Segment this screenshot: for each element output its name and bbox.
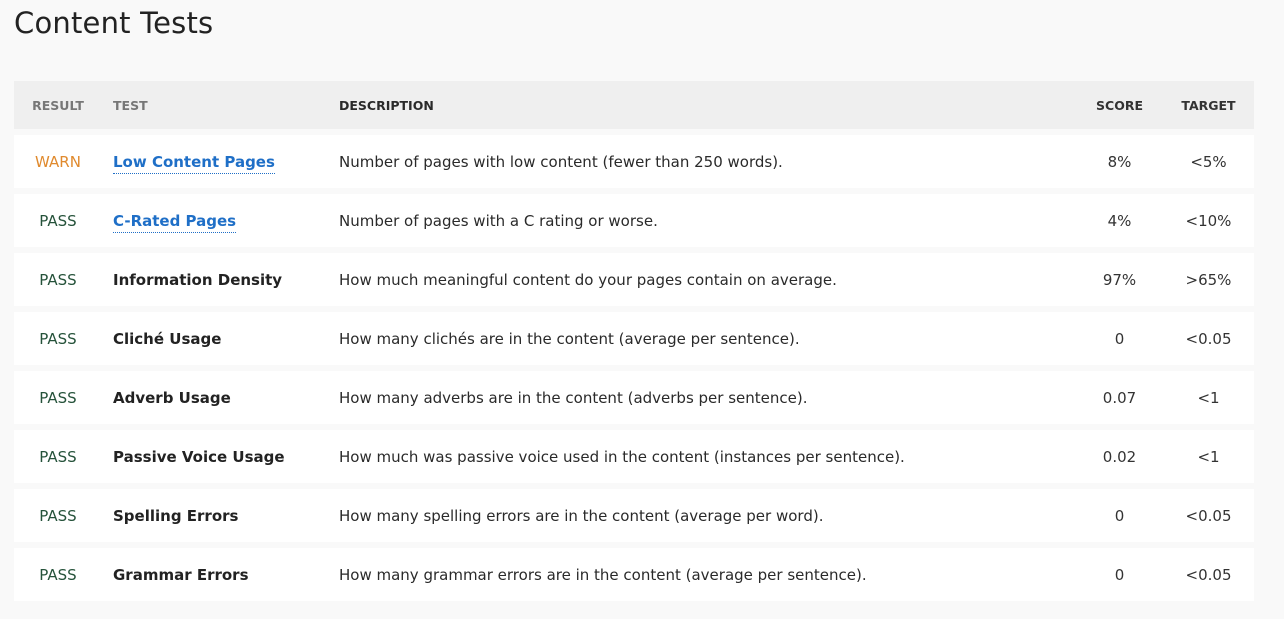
test-target: >65% xyxy=(1185,270,1232,289)
test-description: How many grammar errors are in the conte… xyxy=(339,565,867,584)
test-score: 0 xyxy=(1114,506,1125,525)
test-description: Number of pages with low content (fewer … xyxy=(339,152,783,171)
test-description: How many clichés are in the content (ave… xyxy=(339,329,800,348)
test-description: How much meaningful content do your page… xyxy=(339,270,837,289)
result-badge: PASS xyxy=(39,506,77,525)
table-row: WARN Low Content Pages Number of pages w… xyxy=(14,135,1254,188)
header-target: TARGET xyxy=(1181,97,1236,113)
result-badge: WARN xyxy=(35,152,81,171)
table-row: PASS C-Rated Pages Number of pages with … xyxy=(14,194,1254,247)
test-name: Adverb Usage xyxy=(113,388,231,407)
test-score: 4% xyxy=(1107,211,1132,230)
test-description: Number of pages with a C rating or worse… xyxy=(339,211,658,230)
test-name: Spelling Errors xyxy=(113,506,239,525)
header-description: DESCRIPTION xyxy=(339,97,434,113)
table-header: RESULT TEST DESCRIPTION SCORE TARGET xyxy=(14,81,1254,129)
test-score: 97% xyxy=(1102,270,1137,289)
test-score: 0.07 xyxy=(1102,388,1137,407)
page-title: Content Tests xyxy=(14,6,214,40)
test-target: <0.05 xyxy=(1185,565,1232,584)
test-name: Grammar Errors xyxy=(113,565,249,584)
header-test: TEST xyxy=(113,97,148,113)
table-row: PASS Adverb Usage How many adverbs are i… xyxy=(14,371,1254,424)
test-score: 0 xyxy=(1114,329,1125,348)
result-badge: PASS xyxy=(39,329,77,348)
test-name: Cliché Usage xyxy=(113,329,222,348)
test-name: Information Density xyxy=(113,270,283,289)
test-link-low-content-pages[interactable]: Low Content Pages xyxy=(113,152,275,174)
test-target: <1 xyxy=(1197,388,1220,407)
content-tests-table: RESULT TEST DESCRIPTION SCORE TARGET WAR… xyxy=(14,81,1254,601)
test-description: How many spelling errors are in the cont… xyxy=(339,506,824,525)
result-badge: PASS xyxy=(39,388,77,407)
test-score: 8% xyxy=(1107,152,1132,171)
test-target: <10% xyxy=(1185,211,1232,230)
test-target: <5% xyxy=(1190,152,1227,171)
result-badge: PASS xyxy=(39,447,77,466)
test-link-c-rated-pages[interactable]: C-Rated Pages xyxy=(113,211,237,233)
test-description: How much was passive voice used in the c… xyxy=(339,447,905,466)
test-score: 0 xyxy=(1114,565,1125,584)
result-badge: PASS xyxy=(39,211,77,230)
result-badge: PASS xyxy=(39,565,77,584)
test-description: How many adverbs are in the content (adv… xyxy=(339,388,808,407)
test-target: <0.05 xyxy=(1185,329,1232,348)
header-result: RESULT xyxy=(32,97,84,113)
test-score: 0.02 xyxy=(1102,447,1137,466)
table-row: PASS Passive Voice Usage How much was pa… xyxy=(14,430,1254,483)
table-row: PASS Spelling Errors How many spelling e… xyxy=(14,489,1254,542)
test-target: <0.05 xyxy=(1185,506,1232,525)
table-row: PASS Cliché Usage How many clichés are i… xyxy=(14,312,1254,365)
test-target: <1 xyxy=(1197,447,1220,466)
table-row: PASS Information Density How much meanin… xyxy=(14,253,1254,306)
header-score: SCORE xyxy=(1096,97,1143,113)
table-row: PASS Grammar Errors How many grammar err… xyxy=(14,548,1254,601)
test-name: Passive Voice Usage xyxy=(113,447,285,466)
result-badge: PASS xyxy=(39,270,77,289)
